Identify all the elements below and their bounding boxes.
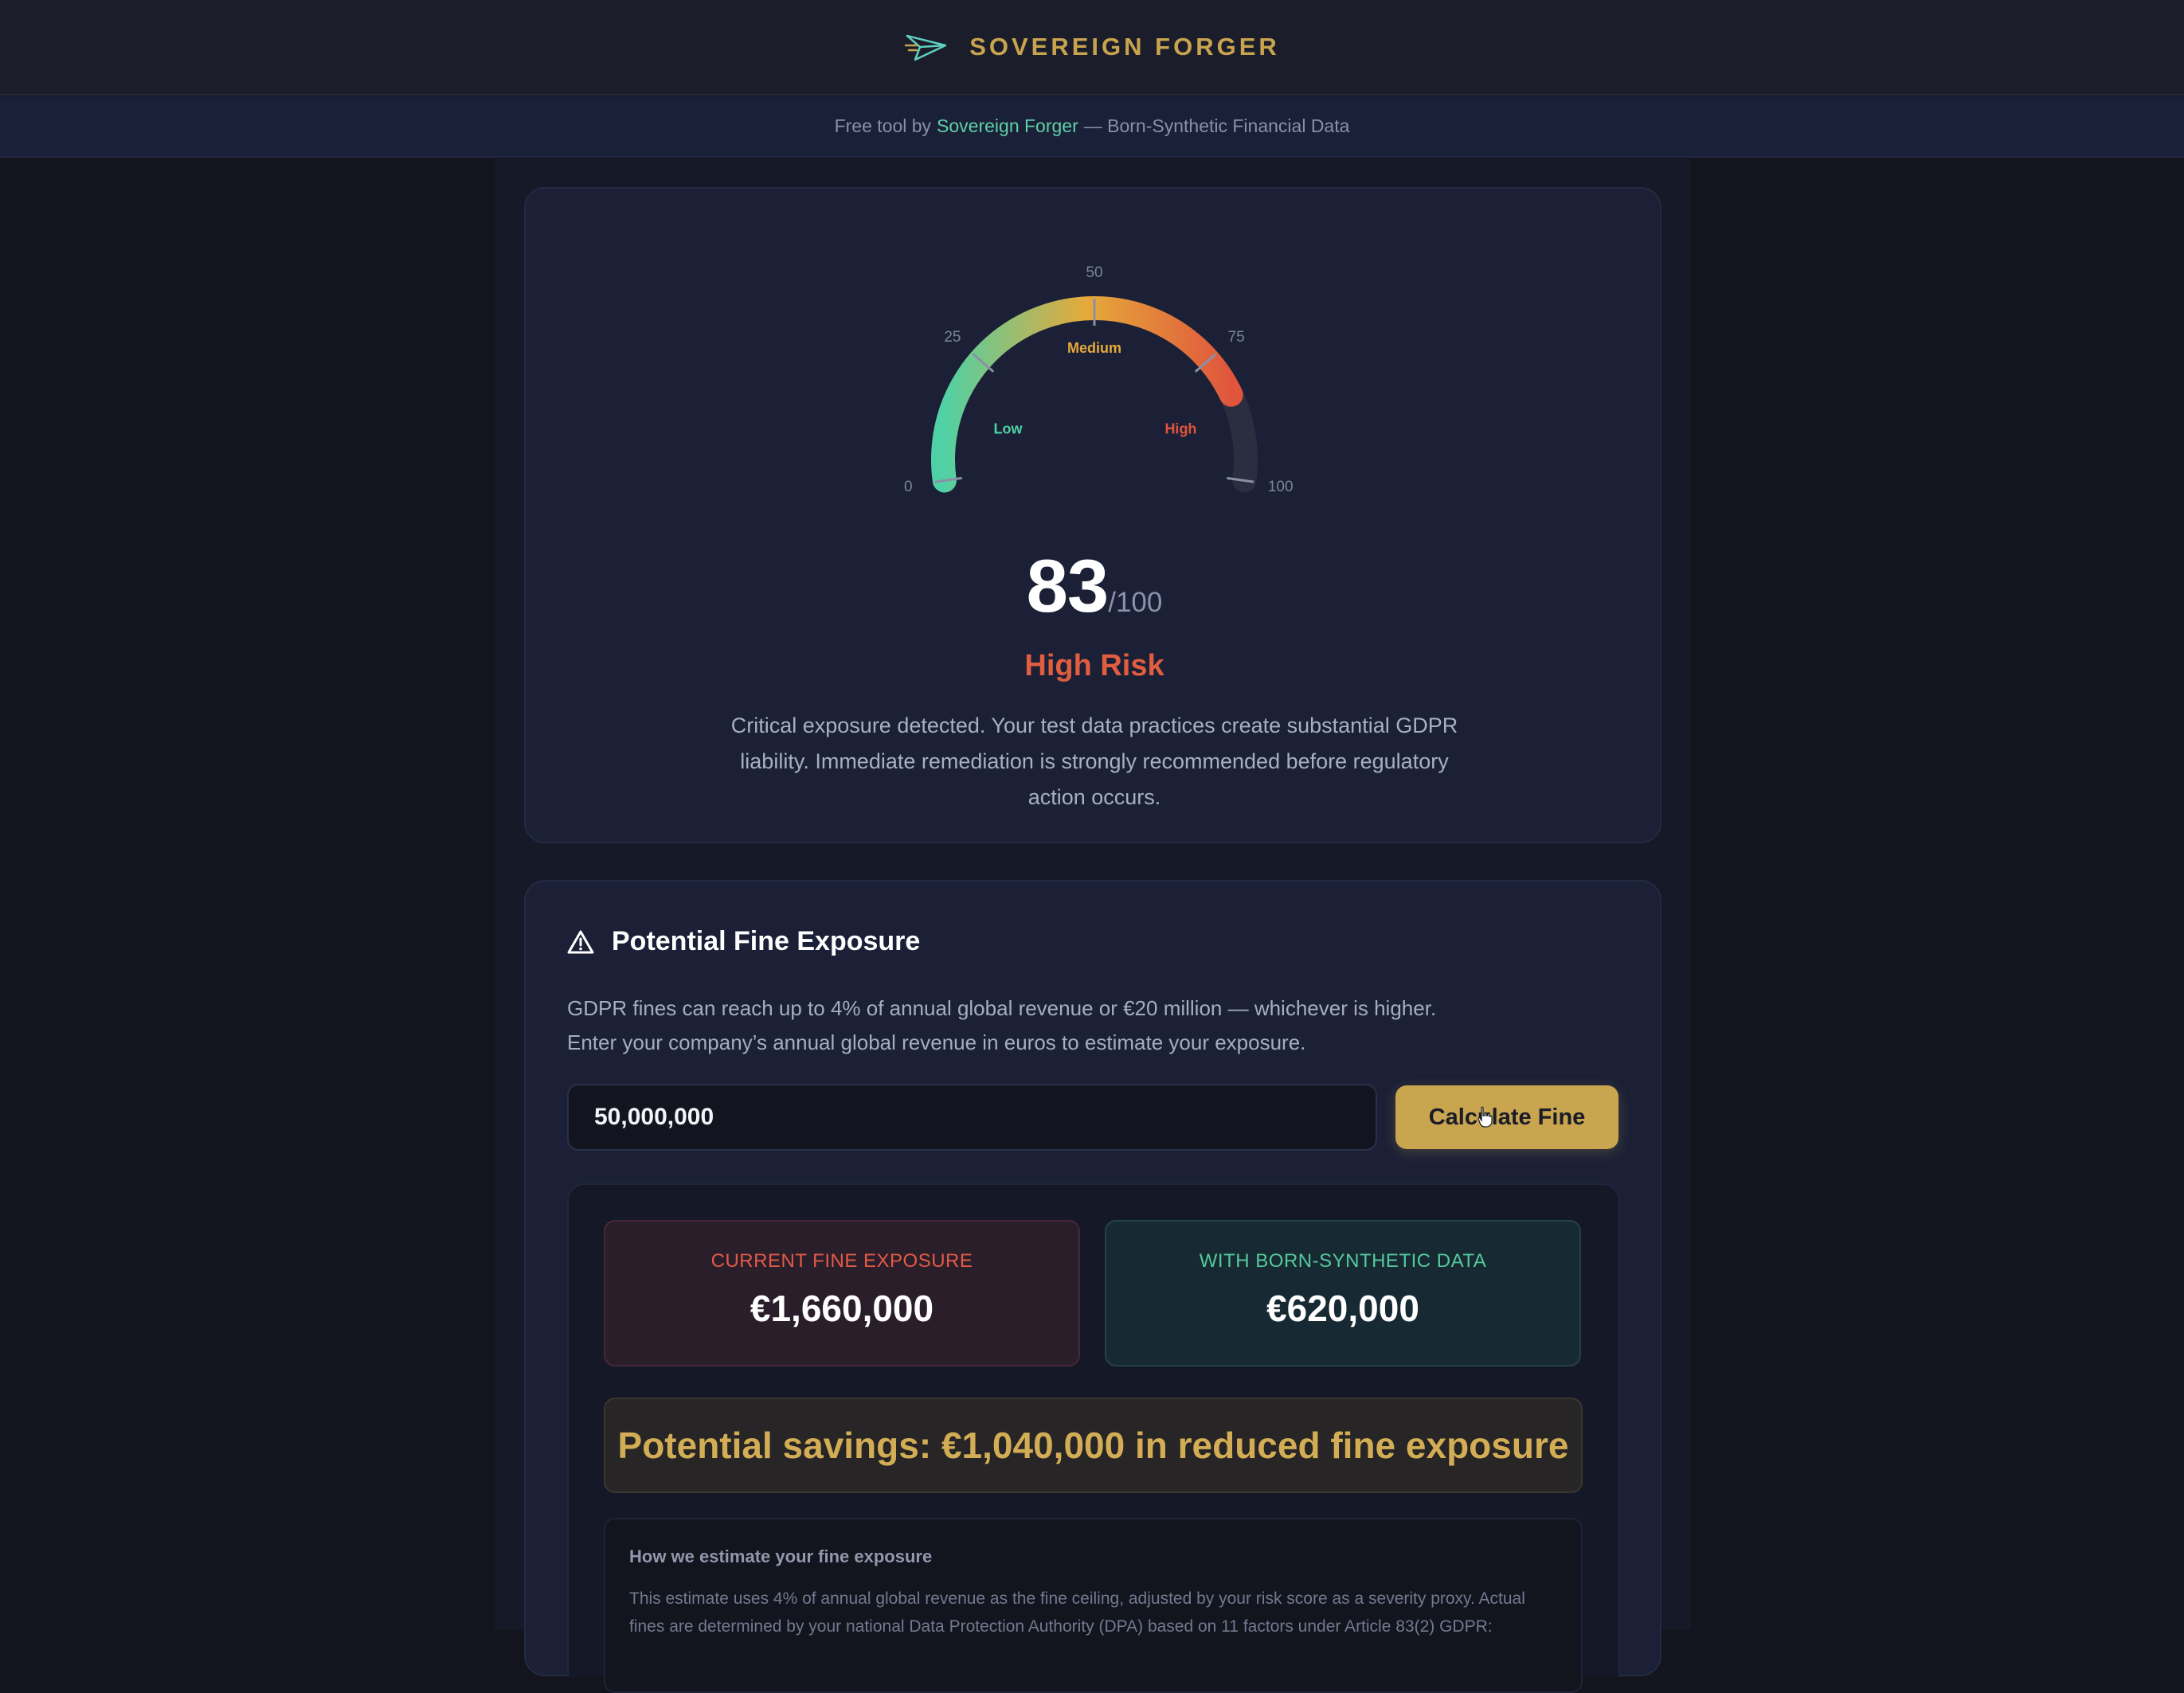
gauge-zone-medium: Medium — [1067, 340, 1121, 356]
methodology-box: How we estimate your fine exposure This … — [604, 1518, 1583, 1693]
score-max: /100 — [1108, 587, 1163, 618]
top-bar: SOVEREIGN FORGER — [0, 0, 2184, 96]
score-value: 83 — [1026, 544, 1110, 628]
synthetic-exposure-box: WITH BORN-SYNTHETIC DATA €620,000 — [1105, 1220, 1581, 1367]
gauge-fill — [931, 296, 1243, 493]
fine-title: Potential Fine Exposure — [612, 926, 921, 956]
risk-gauge: 0 25 50 75 100 Low Medium High — [904, 264, 1294, 495]
methodology-text: This estimate uses 4% of annual global r… — [629, 1589, 1525, 1636]
gauge-tick-label-50: 50 — [1086, 264, 1102, 281]
attribution-bar: Free tool by Sovereign Forger — Born-Syn… — [0, 96, 2184, 158]
synthetic-exposure-label: WITH BORN-SYNTHETIC DATA — [1199, 1250, 1487, 1272]
risk-description: Critical exposure detected. Your test da… — [730, 714, 1458, 809]
brand-name: SOVEREIGN FORGER — [969, 33, 1280, 61]
revenue-input[interactable] — [567, 1084, 1377, 1151]
synthetic-exposure-value: €620,000 — [1266, 1288, 1419, 1329]
risk-level: High Risk — [1024, 649, 1164, 682]
current-exposure-label: CURRENT FINE EXPOSURE — [710, 1250, 973, 1272]
attribution-prefix: Free tool by — [834, 115, 932, 136]
results-panel: CURRENT FINE EXPOSURE €1,660,000 WITH BO… — [567, 1183, 1620, 1693]
methodology-title: How we estimate your fine exposure — [629, 1546, 933, 1566]
attribution-suffix: — Born-Synthetic Financial Data — [1083, 115, 1350, 136]
paper-plane-logo-icon — [904, 34, 947, 61]
fine-header: Potential Fine Exposure — [567, 926, 920, 957]
gauge-tick-label-75: 75 — [1228, 329, 1245, 346]
main-column: 0 25 50 75 100 Low Medium High 83/100 High Risk… — [495, 158, 1691, 1693]
gauge-track — [931, 296, 1258, 493]
sovereign-forger-link[interactable]: Sovereign Forger — [937, 115, 1078, 137]
savings-banner: Potential savings: €1,040,000 in reduced… — [604, 1398, 1583, 1493]
warning-icon — [567, 930, 594, 953]
current-exposure-value: €1,660,000 — [750, 1288, 934, 1329]
pointer-cursor-icon — [1478, 1106, 1493, 1128]
fine-description: GDPR fines can reach up to 4% of annual … — [567, 991, 1626, 1060]
fine-description-line-2: Enter your company’s annual global reven… — [567, 1030, 1306, 1054]
gauge-zone-high: High — [1164, 421, 1196, 437]
gauge-zone-low: Low — [994, 421, 1024, 437]
risk-score-card: 0 25 50 75 100 Low Medium High 83/100 High Risk… — [524, 187, 1661, 843]
current-exposure-box: CURRENT FINE EXPOSURE €1,660,000 — [604, 1220, 1080, 1367]
gauge-tick-label-100: 100 — [1268, 479, 1294, 495]
fine-description-line-1: GDPR fines can reach up to 4% of annual … — [567, 996, 1437, 1020]
score-display: 83/100 — [526, 543, 1663, 629]
calculate-fine-button[interactable]: Calculate Fine — [1395, 1085, 1618, 1149]
brand[interactable]: SOVEREIGN FORGER — [904, 28, 1280, 66]
fine-exposure-card: Potential Fine Exposure GDPR fines can r… — [524, 880, 1661, 1693]
gauge-tick-label-25: 25 — [944, 329, 961, 346]
gauge-tick-label-0: 0 — [904, 479, 913, 495]
